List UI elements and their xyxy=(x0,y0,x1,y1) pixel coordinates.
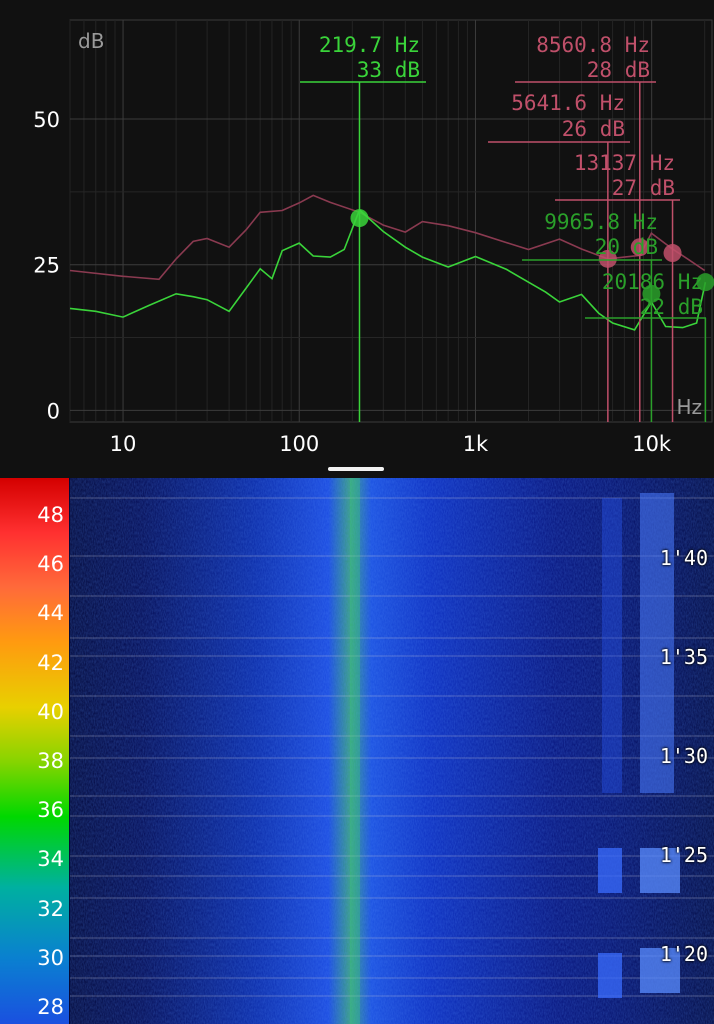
peak-marker-frequency: 13137 Hz xyxy=(574,151,675,175)
y-tick-label: 0 xyxy=(47,399,60,423)
peak-marker-level: 22 dB xyxy=(640,295,703,319)
y-tick-label: 50 xyxy=(33,108,60,132)
colorbar-label: 46 xyxy=(37,552,64,577)
colorbar-label: 42 xyxy=(37,650,64,675)
peak-marker-dot[interactable] xyxy=(350,209,369,228)
peak-marker-level: 28 dB xyxy=(587,58,650,82)
colorbar-label: 28 xyxy=(37,995,64,1019)
peak-marker-frequency: 20186 Hz xyxy=(602,270,703,294)
colorbar-label: 40 xyxy=(37,699,64,724)
x-tick-label: 10 xyxy=(110,432,137,456)
x-tick-label: 10k xyxy=(632,432,672,456)
x-tick-label: 1k xyxy=(463,432,489,456)
colorbar-label: 30 xyxy=(37,945,64,970)
colorbar-label: 32 xyxy=(37,896,64,921)
peak-marker-level: 20 dB xyxy=(595,235,658,259)
peak-marker-frequency: 9965.8 Hz xyxy=(544,210,658,234)
y-tick-label: 25 xyxy=(33,254,60,278)
colorbar-label: 36 xyxy=(37,798,64,823)
x-axis-unit-label: Hz xyxy=(676,395,702,419)
time-label: 1'20 xyxy=(659,942,708,966)
panel-resize-handle[interactable] xyxy=(328,467,384,471)
colorbar-label: 48 xyxy=(37,503,64,527)
peak-marker-level: 33 dB xyxy=(357,58,420,82)
peak-marker-dot[interactable] xyxy=(663,244,682,263)
peak-marker-level: 26 dB xyxy=(562,117,625,141)
colorbar-label: 44 xyxy=(37,601,64,626)
colorbar-label: 34 xyxy=(37,847,64,872)
peak-marker-level: 27 dB xyxy=(612,176,675,200)
time-label: 1'35 xyxy=(659,645,708,669)
x-tick-label: 100 xyxy=(279,432,319,456)
colorbar-label: 38 xyxy=(37,749,64,773)
time-label: 1'40 xyxy=(659,546,708,570)
peak-marker-frequency: 8560.8 Hz xyxy=(536,33,650,57)
peak-marker-frequency: 219.7 Hz xyxy=(319,33,420,57)
peak-marker-frequency: 5641.6 Hz xyxy=(511,91,625,115)
y-axis-unit-label: dB xyxy=(78,29,104,53)
spectrum-chart[interactable]: 02550 10 100 1k 10k 219.7 Hz33 dB8560.8 Hz2… xyxy=(0,0,714,468)
spectrogram-heatmap xyxy=(0,478,714,1024)
time-label: 1'30 xyxy=(659,744,708,768)
time-label: 1'25 xyxy=(659,843,708,867)
